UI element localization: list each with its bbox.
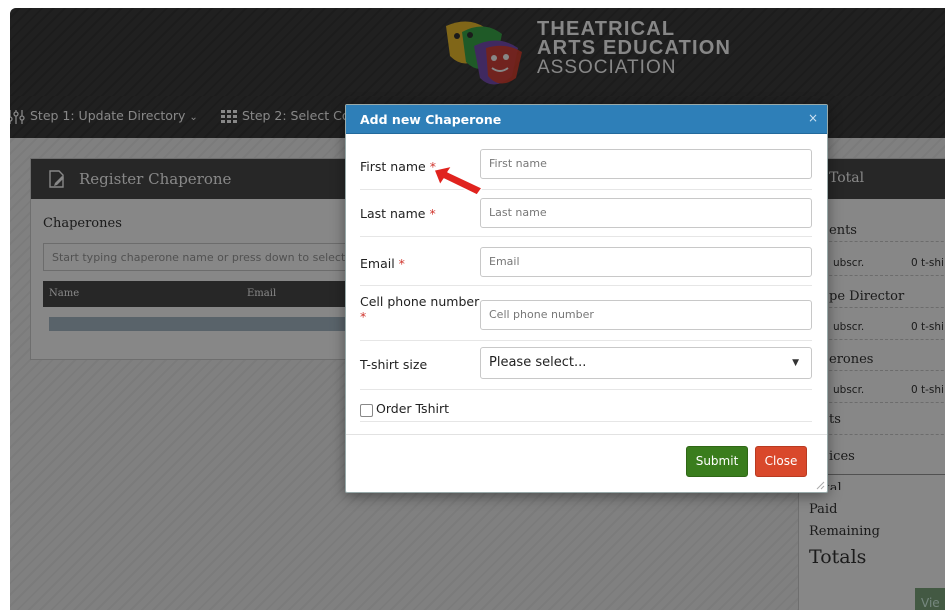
last-name-row: Last name * Last name — [360, 192, 812, 237]
tshirt-selected-value: Please select... — [489, 355, 587, 370]
modal-footer-divider — [346, 434, 827, 435]
cell-phone-row: Cell phone number * Cell phone number — [360, 288, 812, 341]
cell-phone-label: Cell phone number * — [360, 294, 480, 324]
required-mark: * — [398, 256, 405, 271]
first-name-label: First name * — [360, 159, 436, 174]
modal-header: Add new Chaperone × — [346, 105, 827, 134]
close-icon[interactable]: × — [808, 111, 818, 125]
last-name-input[interactable]: Last name — [480, 198, 812, 228]
caret-down-icon: ▼ — [792, 358, 799, 368]
email-row: Email * Email — [360, 239, 812, 286]
first-name-row: First name * First name — [360, 145, 812, 190]
order-tshirt-row: Order Tshirt — [360, 391, 812, 422]
cell-phone-input[interactable]: Cell phone number — [480, 300, 812, 330]
order-tshirt-checkbox[interactable] — [360, 404, 373, 417]
tshirt-row: T-shirt size Please select... ▼ — [360, 343, 812, 390]
resize-grip-icon[interactable] — [816, 481, 825, 490]
email-label: Email * — [360, 256, 405, 271]
close-button[interactable]: Close — [755, 446, 807, 477]
required-mark: * — [429, 206, 436, 221]
email-input[interactable]: Email — [480, 247, 812, 277]
tshirt-label: T-shirt size — [360, 357, 428, 372]
first-name-input[interactable]: First name — [480, 149, 812, 179]
last-name-label: Last name * — [360, 206, 436, 221]
modal-title: Add new Chaperone — [360, 112, 502, 127]
required-mark: * — [360, 309, 367, 324]
annotation-arrow-icon — [433, 165, 483, 196]
submit-button[interactable]: Submit — [686, 446, 748, 477]
tshirt-size-select[interactable]: Please select... ▼ — [480, 347, 812, 379]
add-chaperone-modal: Add new Chaperone × First name * First n… — [345, 104, 828, 493]
order-tshirt-label[interactable]: Order Tshirt — [376, 401, 449, 416]
